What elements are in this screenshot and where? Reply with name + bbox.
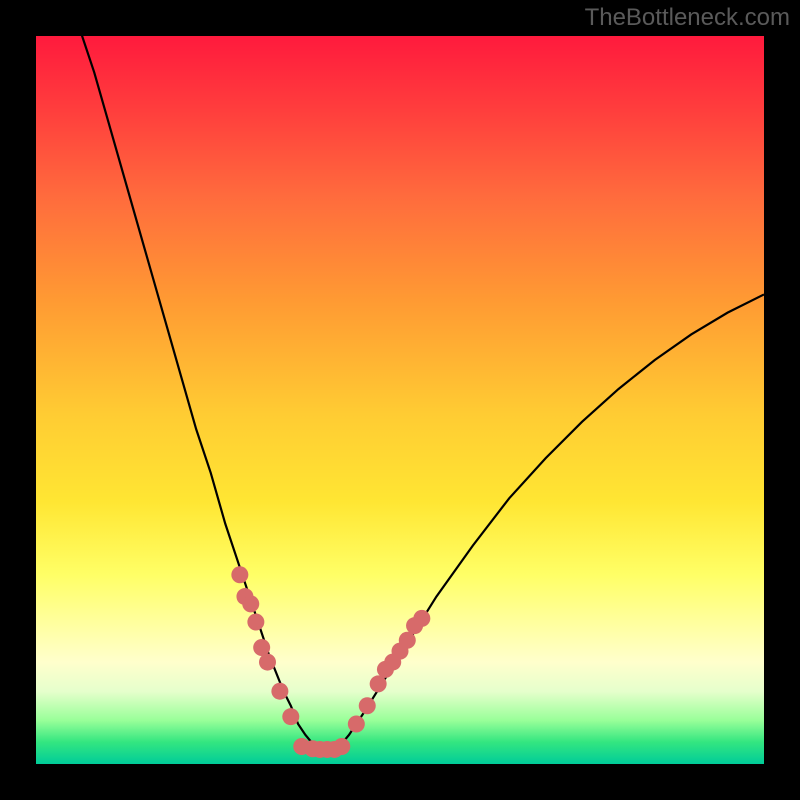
marker-dot <box>259 654 276 671</box>
marker-dot <box>348 715 365 732</box>
marker-dot <box>370 675 387 692</box>
marker-dot <box>359 697 376 714</box>
marker-dot <box>333 738 350 755</box>
chart-svg <box>36 36 764 764</box>
plot-area <box>36 36 764 764</box>
marker-dot <box>271 683 288 700</box>
marker-dot <box>282 708 299 725</box>
marker-dot <box>231 566 248 583</box>
marker-dot <box>253 639 270 656</box>
marker-cluster <box>231 566 430 758</box>
bottleneck-curve <box>80 36 764 749</box>
marker-dot <box>413 610 430 627</box>
marker-dot <box>399 632 416 649</box>
watermark-text: TheBottleneck.com <box>585 4 790 32</box>
marker-dot <box>242 595 259 612</box>
marker-dot <box>247 614 264 631</box>
